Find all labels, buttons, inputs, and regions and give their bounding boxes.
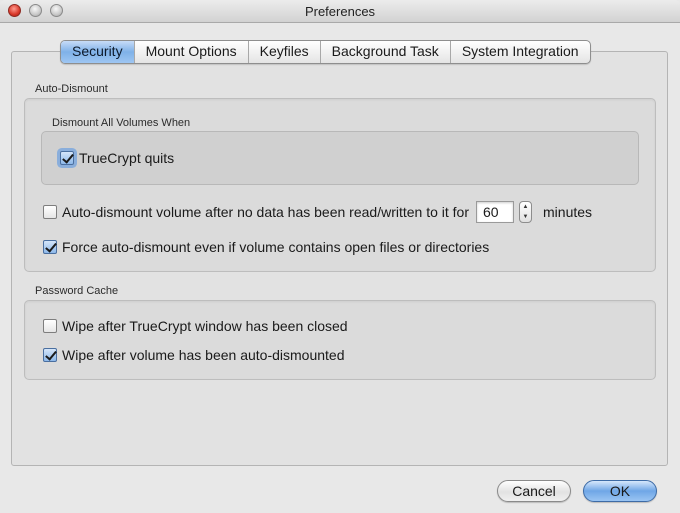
no-data-option: Auto-dismount volume after no data has b… (43, 201, 592, 223)
window-title: Preferences (0, 4, 680, 19)
wipe-window-closed-label: Wipe after TrueCrypt window has been clo… (62, 318, 348, 334)
no-data-label: Auto-dismount volume after no data has b… (62, 204, 469, 220)
ok-button[interactable]: OK (583, 480, 657, 502)
password-cache-group (24, 300, 656, 380)
wipe-auto-dismount-option[interactable]: Wipe after volume has been auto-dismount… (43, 347, 345, 363)
force-dismount-label: Force auto-dismount even if volume conta… (62, 239, 489, 255)
truecrypt-quits-checkbox[interactable] (60, 151, 74, 165)
tab-keyfiles[interactable]: Keyfiles (249, 41, 321, 63)
tab-mount-options[interactable]: Mount Options (135, 41, 249, 63)
wipe-window-closed-checkbox[interactable] (43, 319, 57, 333)
tab-system-integration[interactable]: System Integration (451, 41, 590, 63)
force-dismount-option[interactable]: Force auto-dismount even if volume conta… (43, 239, 489, 255)
minutes-input[interactable]: 60 (476, 201, 514, 223)
truecrypt-quits-option[interactable]: TrueCrypt quits (60, 150, 174, 166)
minutes-unit-label: minutes (543, 204, 592, 220)
password-cache-group-label: Password Cache (35, 285, 118, 297)
force-dismount-checkbox[interactable] (43, 240, 57, 254)
no-data-checkbox[interactable] (43, 205, 57, 219)
cancel-button[interactable]: Cancel (497, 480, 571, 502)
tab-background-task[interactable]: Background Task (321, 41, 451, 63)
stepper-down-icon[interactable]: ▼ (523, 214, 529, 220)
auto-dismount-group-label: Auto-Dismount (35, 83, 108, 95)
wipe-auto-dismount-label: Wipe after volume has been auto-dismount… (62, 347, 345, 363)
tab-security[interactable]: Security (61, 41, 135, 63)
tab-bar: Security Mount Options Keyfiles Backgrou… (60, 40, 591, 64)
wipe-auto-dismount-checkbox[interactable] (43, 348, 57, 362)
truecrypt-quits-label: TrueCrypt quits (79, 150, 174, 166)
title-bar: Preferences (0, 0, 680, 23)
dismount-all-label: Dismount All Volumes When (52, 117, 190, 129)
stepper-up-icon[interactable]: ▲ (523, 204, 529, 210)
minutes-stepper[interactable]: ▲ ▼ (519, 201, 532, 223)
wipe-window-closed-option[interactable]: Wipe after TrueCrypt window has been clo… (43, 318, 348, 334)
